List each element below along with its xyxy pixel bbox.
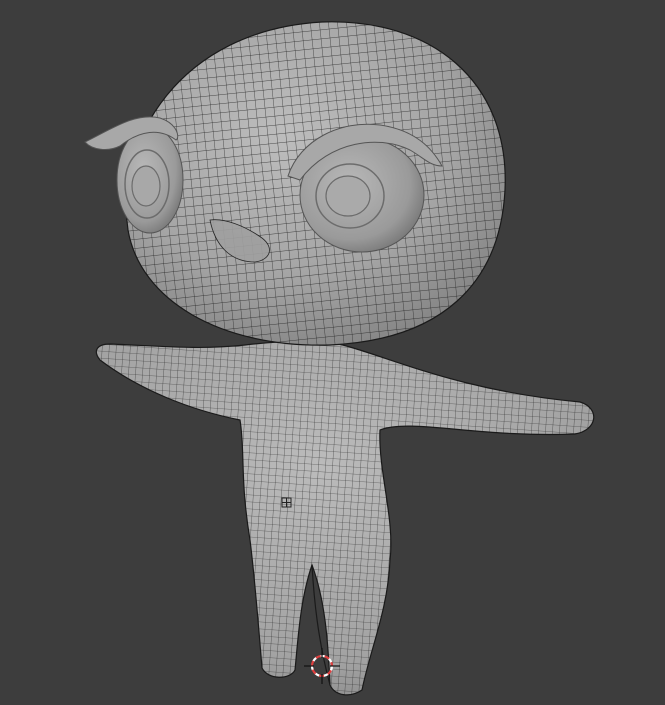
- left-eye-mesh[interactable]: [84, 116, 184, 234]
- viewport-canvas[interactable]: [0, 0, 665, 705]
- body-mesh[interactable]: [80, 330, 610, 705]
- 3d-viewport[interactable]: [0, 0, 665, 705]
